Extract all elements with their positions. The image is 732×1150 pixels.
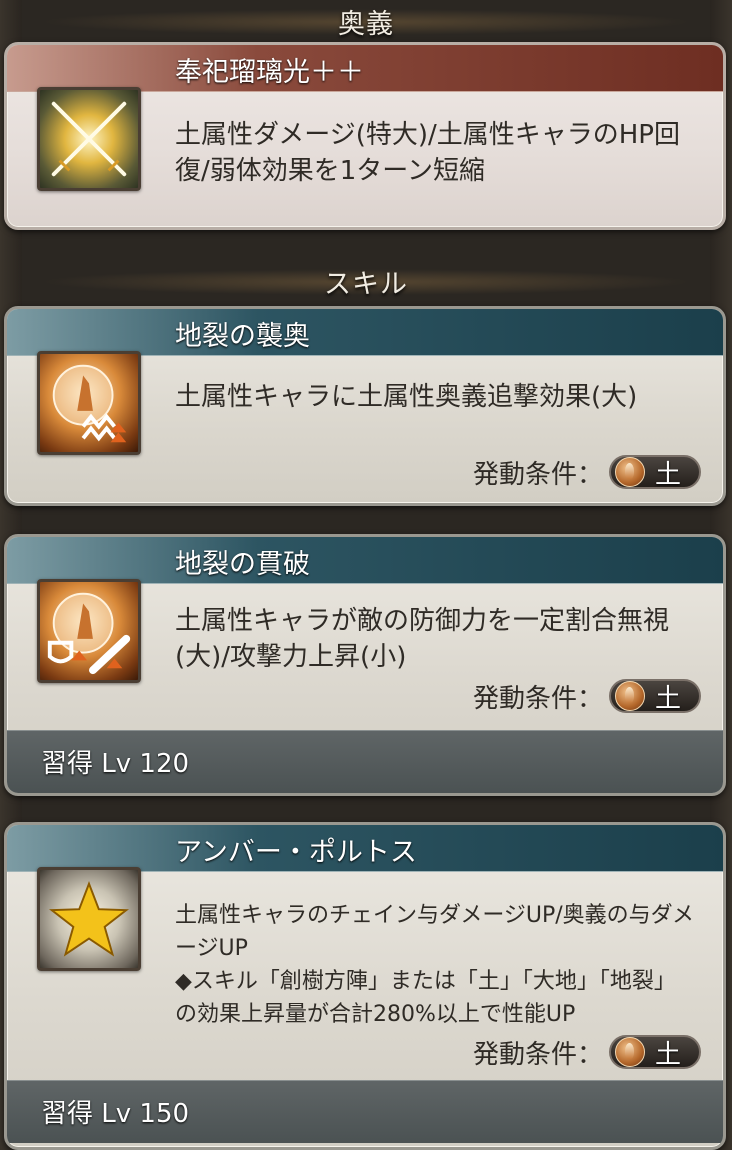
condition-label: 発動条件：	[472, 683, 603, 714]
earth-orb-defense-break-icon	[37, 579, 141, 683]
skill-description: 土属性キャラのチェイン与ダメージUP/奥義の与ダメージUP	[175, 903, 695, 961]
skill-card-2[interactable]: 地裂の貫破 土属性キャラが敵の防御力を一定割合無視(大)/攻撃力上昇(小) 発動…	[4, 534, 726, 796]
skill-extra-description: ◆スキル「創樹方陣」または「土」「大地」「地裂」の効果上昇量が合計280%以上で…	[175, 969, 676, 1027]
element-label: 土	[655, 683, 682, 714]
ougi-name: 奉祀瑠璃光＋＋	[175, 57, 364, 88]
earth-element-icon	[615, 681, 645, 711]
ougi-card[interactable]: 奉祀瑠璃光＋＋ 土属性ダメージ(特大)/土属性キャラのHP回復/弱体効果を1ター…	[4, 42, 726, 230]
ougi-description: 土属性ダメージ(特大)/土属性キャラのHP回復/弱体効果を1ターン短縮	[175, 120, 680, 186]
skill-card-3[interactable]: アンバー・ポルトス 土属性キャラのチェイン与ダメージUP/奥義の与ダメージUP …	[4, 822, 726, 1150]
skill-name: アンバー・ポルトス	[175, 837, 417, 868]
condition-label: 発動条件：	[472, 459, 603, 490]
crossed-swords-icon	[37, 87, 141, 191]
skill-name: 地裂の襲奥	[175, 321, 310, 352]
skill-heading: スキル	[0, 262, 732, 301]
activation-condition: 発動条件： 土	[473, 677, 701, 715]
learn-level-footer: 習得 Lv 150	[7, 1080, 723, 1143]
skill-title-bar	[7, 309, 723, 356]
condition-label: 発動条件：	[472, 1039, 603, 1070]
skill-card-1[interactable]: 地裂の襲奥 土属性キャラに土属性奥義追撃効果(大) 発動条件： 土	[4, 306, 726, 506]
element-badge: 土	[609, 1035, 701, 1070]
activation-condition: 発動条件： 土	[473, 1033, 701, 1071]
gold-star-icon	[37, 867, 141, 971]
learn-level: 習得 Lv 150	[41, 1099, 190, 1129]
element-badge: 土	[609, 455, 701, 490]
ougi-title-bar	[7, 45, 723, 92]
element-label: 土	[655, 1039, 682, 1070]
element-label: 土	[655, 459, 682, 490]
skill-description: 土属性キャラが敵の防御力を一定割合無視(大)/攻撃力上昇(小)	[175, 606, 670, 672]
earth-element-icon	[615, 1037, 645, 1067]
element-badge: 土	[609, 679, 701, 714]
skill-name: 地裂の貫破	[175, 549, 310, 580]
skill-title-bar	[7, 537, 723, 584]
skill-description: 土属性キャラに土属性奥義追撃効果(大)	[175, 382, 638, 412]
ougi-heading: 奥義	[0, 2, 732, 41]
earth-orb-attack-icon	[37, 351, 141, 455]
activation-condition: 発動条件： 土	[473, 453, 701, 491]
learn-level: 習得 Lv 120	[41, 749, 190, 779]
earth-element-icon	[615, 457, 645, 487]
learn-level-footer: 習得 Lv 120	[7, 730, 723, 793]
